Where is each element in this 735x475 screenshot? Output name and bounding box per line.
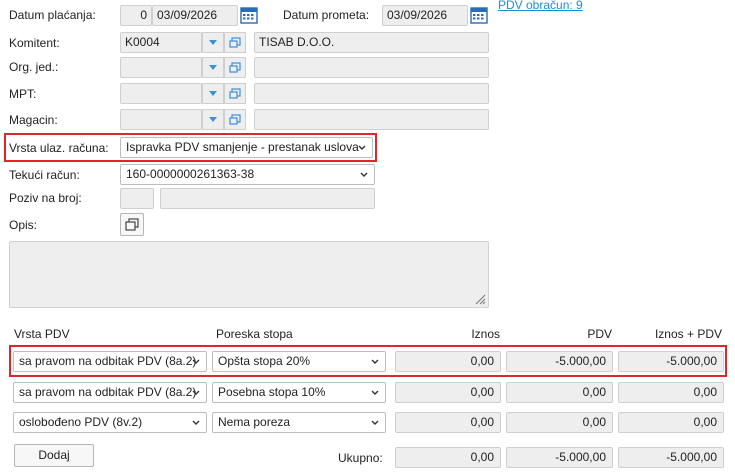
komitent-code-field[interactable]: K0004 [120, 32, 202, 53]
resize-handle-icon[interactable] [474, 293, 486, 305]
open-window-icon [229, 88, 241, 99]
chevron-down-icon [209, 65, 217, 70]
org-jed-dropdown-button[interactable] [202, 57, 224, 78]
tekuci-racun-value: 160-0000000261363-38 [126, 167, 255, 181]
table-row-iznos-pdv-field: -5.000,00 [618, 351, 724, 372]
chevron-down-icon [192, 390, 200, 395]
calendar-icon[interactable] [240, 6, 258, 24]
opis-expand-button[interactable] [120, 213, 144, 236]
open-window-icon [229, 62, 241, 73]
vrsta-ulaz-racuna-label: Vrsta ulaz. računa: [9, 141, 109, 155]
col-header-poreska-stopa: Poreska stopa [216, 327, 293, 341]
org-jed-open-button[interactable] [224, 57, 246, 78]
opis-textarea[interactable] [9, 241, 489, 308]
datum-placanja-label: Datum plaćanja: [9, 8, 96, 22]
mpt-code-field[interactable] [120, 83, 202, 104]
poreska-stopa-value: Nema poreza [218, 415, 291, 429]
table-row-poreska-stopa-select[interactable]: Opšta stopa 20% [212, 351, 386, 372]
chevron-down-icon [371, 390, 379, 395]
org-jed-name-field [254, 57, 489, 78]
table-row-pdv-field: -5.000,00 [506, 351, 613, 372]
datum-placanja-field[interactable]: 03/09/2026 [152, 5, 238, 26]
komitent-label: Komitent: [9, 36, 60, 50]
table-row-vrsta-pdv-select[interactable]: sa pravom na odbitak PDV (8a.2) [13, 382, 207, 403]
komitent-open-button[interactable] [224, 32, 246, 53]
dodaj-button[interactable]: Dodaj [14, 444, 94, 467]
table-row-iznos-field[interactable]: 0,00 [395, 382, 501, 403]
tekuci-racun-select[interactable]: 160-0000000261363-38 [120, 164, 375, 185]
mpt-label: MPT: [9, 87, 37, 101]
vrsta-ulaz-racuna-value: Ispravka PDV smanjenje - prestanak uslov… [126, 140, 359, 154]
table-row-iznos-field[interactable]: 0,00 [395, 412, 501, 433]
datum-prometa-label: Datum prometa: [283, 8, 370, 22]
chevron-down-icon [192, 420, 200, 425]
pdv-obracun-link[interactable]: PDV obračun: 9 [498, 0, 583, 12]
ukupno-iznos-field: 0,00 [395, 447, 501, 468]
chevron-down-icon [371, 420, 379, 425]
poziv-na-broj-field[interactable] [160, 188, 375, 209]
chevron-down-icon [209, 91, 217, 96]
datum-prometa-field[interactable]: 03/09/2026 [382, 5, 468, 26]
col-header-iznos: Iznos [471, 327, 500, 341]
chevron-down-icon [360, 172, 368, 177]
datum-placanja-days-field[interactable]: 0 [120, 5, 152, 26]
vrsta-pdv-value: sa pravom na odbitak PDV (8a.2) [19, 354, 197, 368]
calendar-icon[interactable] [470, 6, 488, 24]
magacin-dropdown-button[interactable] [202, 109, 224, 130]
table-row-iznos-pdv-field: 0,00 [618, 412, 724, 433]
open-window-icon [229, 114, 241, 125]
komitent-name-field: TISAB D.O.O. [254, 32, 489, 53]
poziv-na-broj-label: Poziv na broj: [9, 191, 82, 205]
table-row-iznos-pdv-field: 0,00 [618, 382, 724, 403]
open-window-icon [229, 37, 241, 48]
ukupno-iznos-pdv-field: -5.000,00 [618, 447, 724, 468]
open-window-icon [125, 218, 139, 231]
magacin-open-button[interactable] [224, 109, 246, 130]
ukupno-pdv-field: -5.000,00 [506, 447, 613, 468]
vrsta-pdv-value: oslobođeno PDV (8v.2) [19, 415, 143, 429]
table-row-poreska-stopa-select[interactable]: Nema poreza [212, 412, 386, 433]
org-jed-code-field[interactable] [120, 57, 202, 78]
table-row-pdv-field: 0,00 [506, 412, 613, 433]
org-jed-label: Org. jed.: [9, 60, 59, 74]
col-header-pdv: PDV [587, 327, 612, 341]
chevron-down-icon [192, 359, 200, 364]
table-row-pdv-field: 0,00 [506, 382, 613, 403]
magacin-name-field [254, 109, 489, 130]
vrsta-ulaz-racuna-select[interactable]: Ispravka PDV smanjenje - prestanak uslov… [120, 137, 373, 158]
chevron-down-icon [209, 117, 217, 122]
poreska-stopa-value: Posebna stopa 10% [218, 385, 326, 399]
magacin-code-field[interactable] [120, 109, 202, 130]
table-row-poreska-stopa-select[interactable]: Posebna stopa 10% [212, 382, 386, 403]
tekuci-racun-label: Tekući račun: [9, 168, 80, 182]
table-row-iznos-field[interactable]: 0,00 [395, 351, 501, 372]
chevron-down-icon [358, 145, 366, 150]
ukupno-label: Ukupno: [338, 451, 383, 465]
table-row-vrsta-pdv-select[interactable]: sa pravom na odbitak PDV (8a.2) [13, 351, 207, 372]
mpt-dropdown-button[interactable] [202, 83, 224, 104]
poreska-stopa-value: Opšta stopa 20% [218, 354, 311, 368]
chevron-down-icon [371, 359, 379, 364]
komitent-dropdown-button[interactable] [202, 32, 224, 53]
table-row-vrsta-pdv-select[interactable]: oslobođeno PDV (8v.2) [13, 412, 207, 433]
col-header-vrsta-pdv: Vrsta PDV [14, 327, 70, 341]
mpt-open-button[interactable] [224, 83, 246, 104]
col-header-iznos-plus-pdv: Iznos + PDV [654, 327, 722, 341]
poziv-model-field[interactable] [120, 188, 154, 209]
mpt-name-field [254, 83, 489, 104]
opis-label: Opis: [9, 218, 38, 232]
vrsta-pdv-value: sa pravom na odbitak PDV (8a.2) [19, 385, 197, 399]
chevron-down-icon [209, 40, 217, 45]
magacin-label: Magacin: [9, 113, 58, 127]
